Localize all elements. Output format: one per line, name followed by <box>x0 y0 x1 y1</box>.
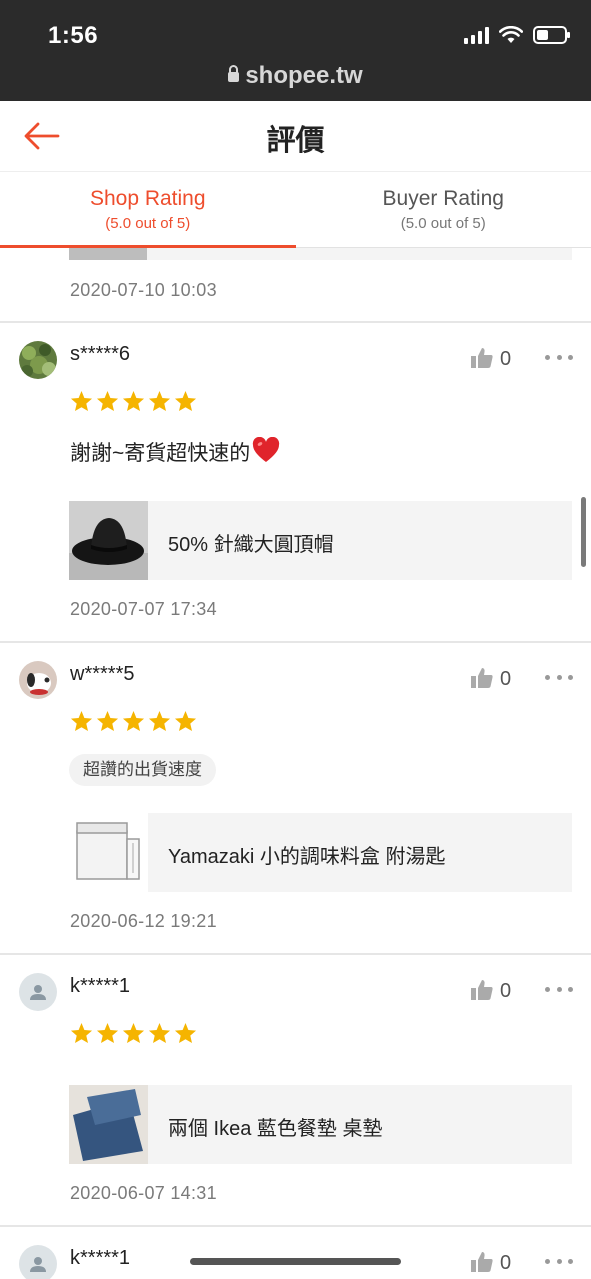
star-icon <box>70 1022 93 1044</box>
like-count: 0 <box>500 348 512 370</box>
product-thumbnail <box>69 501 148 580</box>
avatar[interactable] <box>19 661 57 699</box>
more-options-icon[interactable] <box>545 985 573 993</box>
review-list[interactable]: 2020-07-10 10:03 s*****6 0 謝謝~寄貨超快速的 50%… <box>0 248 591 1279</box>
tab-shop-rating[interactable]: Shop Rating (5.0 out of 5) <box>0 172 296 248</box>
star-rating <box>70 710 197 732</box>
reviewer-name: k*****1 <box>70 1247 131 1269</box>
reviewer-name: k*****1 <box>70 975 131 997</box>
review-date: 2020-06-12 19:21 <box>70 911 217 931</box>
star-icon <box>148 710 171 732</box>
product-name: 50% 針織大圓頂帽 <box>168 534 334 556</box>
thumbs-up-icon[interactable] <box>470 347 494 369</box>
star-icon <box>174 390 197 412</box>
review-date: 2020-06-07 14:31 <box>70 1183 217 1203</box>
status-icons <box>464 26 570 44</box>
tab-label: Buyer Rating <box>382 187 504 210</box>
default-avatar-icon[interactable] <box>19 973 57 1011</box>
star-icon <box>96 390 119 412</box>
more-options-icon[interactable] <box>545 353 573 361</box>
star-icon <box>122 390 145 412</box>
star-icon <box>174 710 197 732</box>
star-icon <box>122 1022 145 1044</box>
thumbs-up-icon[interactable] <box>470 979 494 1001</box>
review-item: w*****5 0 超讚的出貨速度 Yamazaki 小的調味料盒 附湯匙 20… <box>0 643 591 953</box>
tab-score: (5.0 out of 5) <box>400 215 486 232</box>
rating-tabs: Shop Rating (5.0 out of 5) Buyer Rating … <box>0 171 591 248</box>
star-icon <box>122 710 145 732</box>
review-date: 2020-07-10 10:03 <box>70 280 217 300</box>
review-date: 2020-07-07 17:34 <box>70 599 217 619</box>
product-thumbnail <box>69 813 148 892</box>
star-icon <box>96 710 119 732</box>
star-icon <box>148 1022 171 1044</box>
status-bar: 1:56 shopee.tw <box>0 0 591 101</box>
product-thumbnail <box>69 1085 148 1164</box>
wifi-icon <box>499 26 523 43</box>
home-indicator[interactable] <box>190 1258 401 1265</box>
reviewer-name: w*****5 <box>70 663 135 685</box>
page-header: 評價 <box>0 101 591 171</box>
product-card[interactable]: Yamazaki 小的調味料盒 附湯匙 <box>69 813 572 892</box>
review-item: k*****1 0 <box>0 1227 591 1279</box>
battery-icon <box>533 26 570 44</box>
review-comment-row: 謝謝~寄貨超快速的 <box>70 437 280 467</box>
thumbs-up-icon[interactable] <box>470 667 494 689</box>
like-count: 0 <box>500 1252 512 1274</box>
more-options-icon[interactable] <box>545 1257 573 1265</box>
tab-label: Shop Rating <box>89 187 206 210</box>
product-card[interactable]: 50% 針織大圓頂帽 <box>69 501 572 580</box>
default-avatar-icon[interactable] <box>19 1245 57 1279</box>
product-name: 兩個 Ikea 藍色餐墊 桌墊 <box>168 1118 383 1140</box>
url-text: shopee.tw <box>245 62 363 89</box>
star-icon <box>70 710 93 732</box>
star-icon <box>70 390 93 412</box>
star-icon <box>174 1022 197 1044</box>
like-count: 0 <box>500 980 512 1002</box>
product-card[interactable]: 兩個 Ikea 藍色餐墊 桌墊 <box>69 1085 572 1164</box>
reviewer-name: s*****6 <box>70 343 131 365</box>
product-card-partial[interactable] <box>69 248 572 260</box>
star-icon <box>148 390 171 412</box>
tab-buyer-rating[interactable]: Buyer Rating (5.0 out of 5) <box>296 172 591 247</box>
heart-icon <box>253 437 280 462</box>
more-options-icon[interactable] <box>545 673 573 681</box>
product-name: Yamazaki 小的調味料盒 附湯匙 <box>168 846 446 868</box>
signal-icon <box>464 26 489 44</box>
review-comment: 謝謝~寄貨超快速的 <box>70 442 251 465</box>
page-title: 評價 <box>266 125 325 157</box>
review-item: k*****1 0 兩個 Ikea 藍色餐墊 桌墊 2020-06-07 14:… <box>0 955 591 1225</box>
thumbs-up-icon[interactable] <box>470 1251 494 1273</box>
star-rating <box>70 390 197 412</box>
review-tag: 超讚的出貨速度 <box>69 754 216 786</box>
star-rating <box>70 1022 197 1044</box>
like-count: 0 <box>500 668 512 690</box>
status-time: 1:56 <box>48 22 99 49</box>
url-bar[interactable]: shopee.tw <box>0 62 591 90</box>
star-icon <box>96 1022 119 1044</box>
lock-icon <box>228 65 240 82</box>
avatar[interactable] <box>19 341 57 379</box>
tab-score: (5.0 out of 5) <box>105 215 191 232</box>
scrollbar[interactable] <box>581 497 586 567</box>
review-item: s*****6 0 謝謝~寄貨超快速的 50% 針織大圓頂帽 2020-07-0… <box>0 323 591 641</box>
product-thumbnail <box>69 248 147 260</box>
